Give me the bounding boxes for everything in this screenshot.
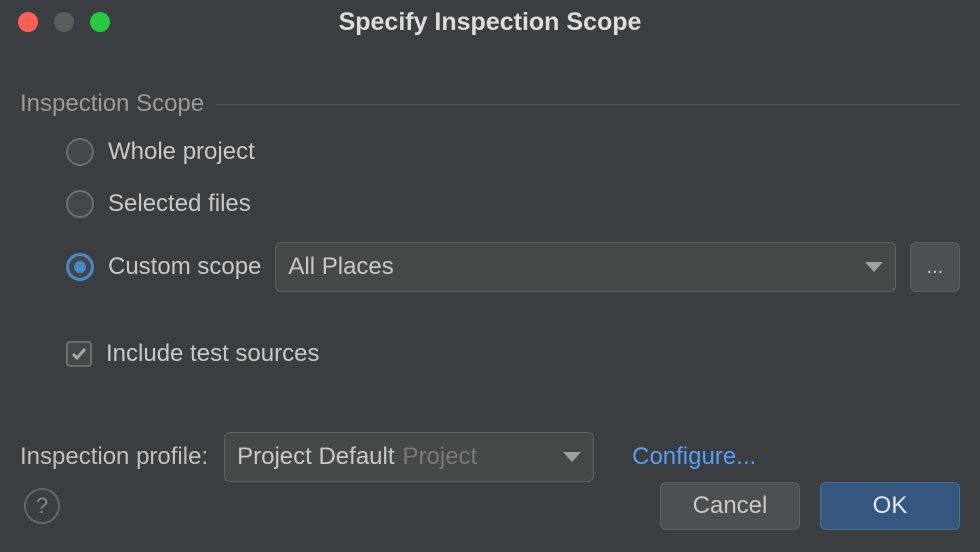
titlebar: Specify Inspection Scope (0, 0, 980, 44)
radio-icon (66, 190, 94, 218)
minimize-window[interactable] (54, 12, 74, 32)
radio-label: Selected files (108, 190, 251, 218)
help-icon: ? (36, 493, 48, 519)
radio-custom-scope[interactable]: Custom scope (66, 253, 261, 281)
profile-label: Inspection profile: (20, 443, 208, 471)
checkbox-icon (66, 341, 92, 367)
close-window[interactable] (18, 12, 38, 32)
inspection-profile-dropdown[interactable]: Project Default Project (224, 432, 594, 482)
maximize-window[interactable] (90, 12, 110, 32)
radio-selected-files[interactable]: Selected files (66, 190, 960, 218)
section-label: Inspection Scope (20, 90, 204, 118)
radio-icon (66, 253, 94, 281)
chevron-down-icon (865, 262, 883, 272)
configure-link[interactable]: Configure... (632, 443, 756, 471)
radio-label: Whole project (108, 138, 255, 166)
radio-whole-project[interactable]: Whole project (66, 138, 960, 166)
cancel-button[interactable]: Cancel (660, 482, 800, 530)
custom-scope-dropdown[interactable]: All Places (275, 242, 896, 292)
dialog-footer: ? Cancel OK (0, 478, 980, 552)
chevron-down-icon (563, 452, 581, 462)
browse-scope-button[interactable]: ... (910, 242, 960, 292)
checkmark-icon (70, 345, 88, 363)
scope-radio-group: Whole project Selected files Custom scop… (20, 138, 960, 368)
section-divider (216, 104, 960, 105)
footer-buttons: Cancel OK (660, 482, 960, 530)
radio-dot-icon (74, 261, 86, 273)
help-button[interactable]: ? (24, 488, 60, 524)
profile-suffix: Project (403, 443, 556, 471)
dialog-title: Specify Inspection Scope (0, 8, 980, 37)
include-test-sources-checkbox[interactable]: Include test sources (66, 340, 960, 368)
ellipsis-icon: ... (927, 256, 944, 279)
checkbox-label: Include test sources (106, 340, 319, 368)
window-controls (18, 12, 110, 32)
profile-value: Project Default (237, 443, 394, 471)
inspection-profile-row: Inspection profile: Project Default Proj… (20, 432, 960, 482)
ok-button[interactable]: OK (820, 482, 960, 530)
section-header: Inspection Scope (20, 90, 960, 118)
dropdown-value: All Places (288, 253, 393, 281)
radio-icon (66, 138, 94, 166)
radio-label: Custom scope (108, 253, 261, 281)
